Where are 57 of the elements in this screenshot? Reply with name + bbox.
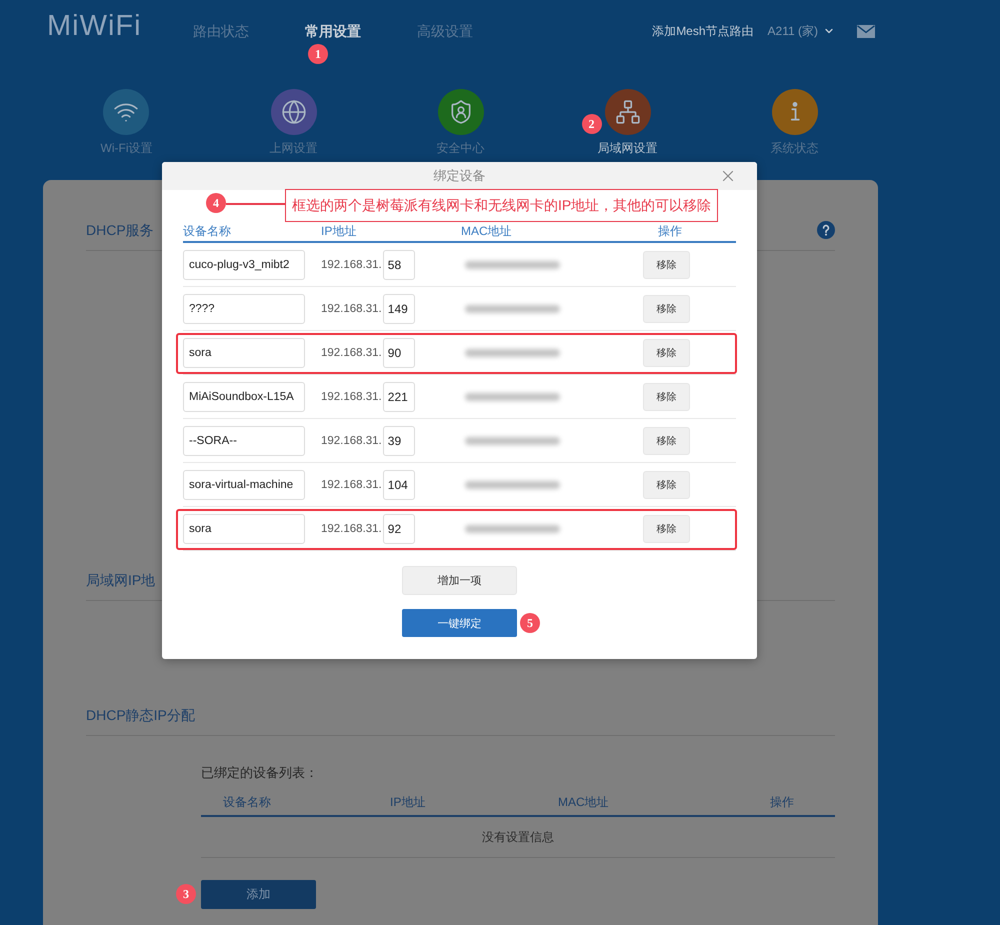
ip-suffix-field[interactable]: 90 — [382, 338, 415, 368]
name-field[interactable]: cuco-plug-v3_mibt2 — [183, 250, 305, 280]
remove-button[interactable]: 移除 — [643, 514, 690, 542]
nav-tab[interactable]: 常用设置 — [305, 21, 361, 41]
step-marker: 2 — [582, 114, 602, 134]
column-header: IP地址 — [389, 794, 426, 811]
add-button[interactable]: 添加 — [201, 880, 316, 909]
column-header: 操作 — [657, 223, 683, 240]
remove-button[interactable]: 移除 — [643, 470, 690, 498]
remove-button[interactable]: 移除 — [643, 426, 690, 454]
column-header: 设备名称 — [183, 223, 232, 240]
ip-prefix: 192.168.31. — [321, 346, 382, 358]
ip-suffix-field[interactable]: 58 — [382, 250, 415, 280]
help-icon[interactable] — [817, 221, 835, 239]
name-field[interactable]: sora — [183, 338, 305, 368]
name-field[interactable]: ???? — [183, 294, 305, 324]
column-header: 操作 — [769, 794, 795, 811]
ip-prefix: 192.168.31. — [321, 390, 382, 402]
section-title: 局域网IP地 — [86, 571, 156, 590]
column-header: MAC地址 — [557, 794, 610, 811]
step-marker: 4 — [206, 193, 226, 213]
column-header: IP地址 — [321, 223, 358, 240]
empty-message: 没有设置信息 — [482, 828, 554, 846]
callout-note: 框选的两个是树莓派有线网卡和无线网卡的IP地址，其他的可以移除 — [285, 189, 718, 222]
mail-icon[interactable] — [857, 24, 875, 38]
add-row-button[interactable]: 增加一项 — [402, 566, 517, 595]
ip-prefix: 192.168.31. — [321, 478, 382, 490]
mesh-link[interactable]: 添加Mesh节点路由 — [652, 22, 754, 40]
ip-prefix: 192.168.31. — [321, 258, 382, 270]
list-label: 已绑定的设备列表： — [201, 766, 319, 780]
step-marker: 3 — [176, 884, 196, 904]
ip-prefix: 192.168.31. — [321, 522, 382, 534]
column-header: MAC地址 — [460, 223, 513, 240]
ip-suffix-field[interactable]: 221 — [382, 382, 415, 412]
ip-prefix: 192.168.31. — [321, 434, 382, 446]
name-field[interactable]: sora — [183, 514, 305, 544]
ip-suffix-field[interactable]: 104 — [382, 470, 415, 500]
remove-button[interactable]: 移除 — [643, 338, 690, 366]
ip-suffix-field[interactable]: 92 — [382, 514, 415, 544]
leader-line — [226, 203, 285, 205]
name-field[interactable]: sora-virtual-machine — [183, 470, 305, 500]
remove-button[interactable]: 移除 — [643, 250, 690, 278]
ip-prefix: 192.168.31. — [321, 302, 382, 314]
ip-suffix-field[interactable]: 39 — [382, 426, 415, 456]
bind-button[interactable]: 一键绑定 — [402, 609, 517, 637]
step-marker: 1 — [308, 44, 328, 64]
section-title: DHCP服务 — [86, 221, 154, 240]
dialog-title: 绑定设备 — [434, 167, 486, 185]
remove-button[interactable]: 移除 — [643, 294, 690, 322]
remove-button[interactable]: 移除 — [643, 382, 690, 410]
logo[interactable]: MiWiFi — [47, 11, 193, 41]
column-header: 设备名称 — [222, 794, 272, 811]
step-marker: 5 — [520, 613, 540, 633]
name-field[interactable]: MiAiSoundbox-L15A — [183, 382, 305, 412]
ip-suffix-field[interactable]: 149 — [382, 294, 415, 324]
section-title: DHCP静态IP分配 — [86, 706, 195, 725]
name-field[interactable]: --SORA-- — [183, 426, 305, 456]
